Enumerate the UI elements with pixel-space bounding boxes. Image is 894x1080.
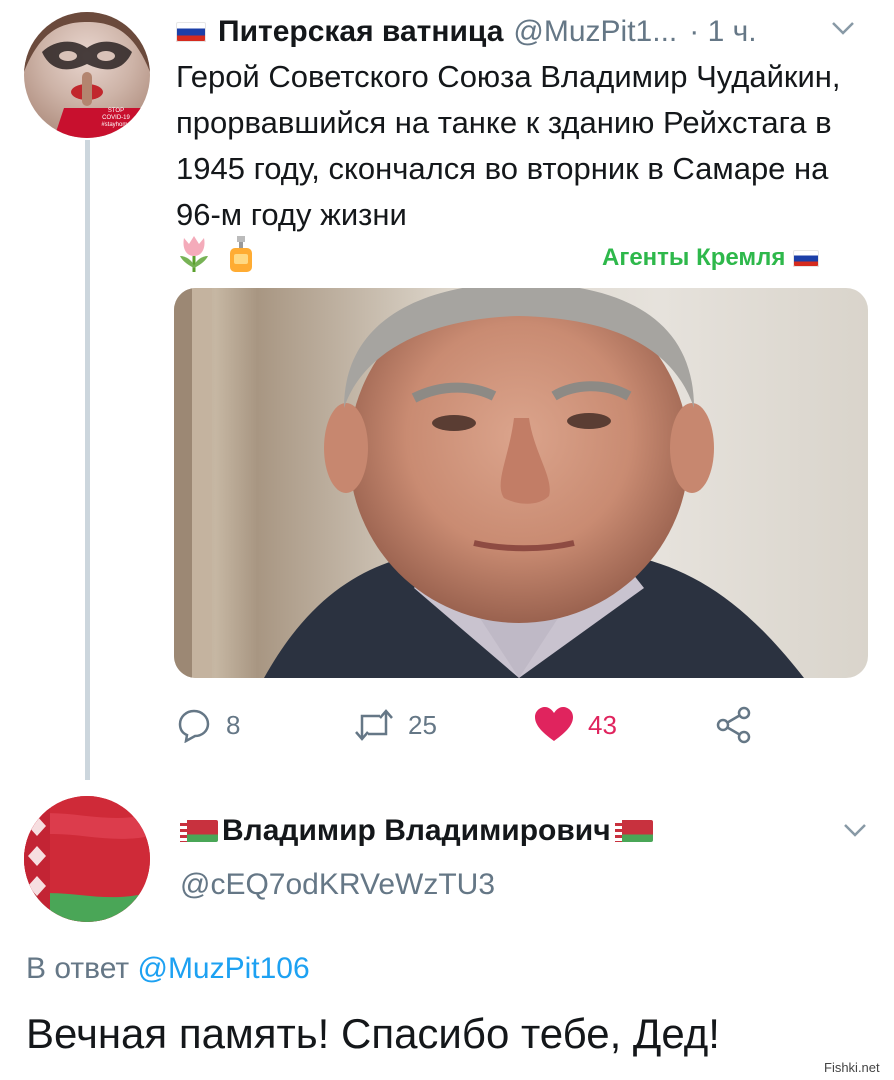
reply-to-prefix: В ответ (26, 952, 130, 985)
author-name[interactable]: Питерская ватница (218, 15, 503, 49)
retweet-count: 25 (408, 709, 437, 740)
retweet-action[interactable]: 25 (354, 700, 437, 750)
reply-author-avatar[interactable] (24, 796, 150, 922)
tulip-icon (180, 236, 208, 272)
share-icon (716, 706, 751, 744)
like-action[interactable]: 43 (534, 700, 617, 750)
russia-flag-icon (176, 22, 206, 42)
chevron-down-icon[interactable] (842, 820, 868, 840)
avatar-badge: STOP COVID-19 #stayhome (101, 108, 131, 128)
tweet-header: Питерская ватница @MuzPit1... · 1 ч. (176, 12, 757, 52)
lotion-bottle-icon (230, 236, 252, 272)
portrait-image (174, 288, 804, 678)
tweet-emojis (176, 234, 256, 274)
share-action[interactable] (714, 700, 754, 750)
belarus-flag-icon (614, 820, 653, 842)
reply-count: 8 (226, 709, 241, 740)
reply-author-name[interactable]: Владимир Владимирович (222, 814, 611, 848)
belarus-flag-avatar (24, 796, 150, 922)
tweet-actions: 8 25 43 (176, 700, 796, 750)
reply-author-handle[interactable]: @cEQ7odKRVeWzTU3 (180, 868, 495, 902)
tweet-text: Герой Советского Союза Владимир Чудайкин… (176, 59, 841, 232)
reply-header: Владимир Владимирович (180, 814, 653, 848)
reply-to-line: В ответ @MuzPit106 (26, 952, 310, 986)
reply-to-handle-link[interactable]: @MuzPit106 (137, 952, 309, 985)
reply-icon (178, 709, 210, 743)
reply-action[interactable]: 8 (176, 700, 240, 750)
chevron-down-icon[interactable] (830, 18, 856, 38)
thread-line (85, 140, 90, 780)
russia-flag-icon (793, 249, 820, 267)
like-count: 43 (588, 709, 617, 740)
retweet-icon (355, 709, 393, 741)
tag-text: Агенты Кремля (602, 244, 786, 271)
belarus-flag-icon (180, 820, 218, 842)
watermark: Fishki.net (824, 1060, 880, 1075)
reply-text: Вечная память! Спасибо тебе, Дед! (26, 1010, 720, 1057)
heart-icon (535, 707, 573, 741)
author-avatar[interactable]: STOP COVID-19 #stayhome (24, 12, 150, 138)
tweet-photo[interactable] (174, 288, 868, 678)
author-handle[interactable]: @MuzPit1... (513, 15, 677, 49)
tag-label: Агенты Кремля (602, 244, 820, 272)
tweet-time[interactable]: · 1 ч. (689, 15, 756, 49)
